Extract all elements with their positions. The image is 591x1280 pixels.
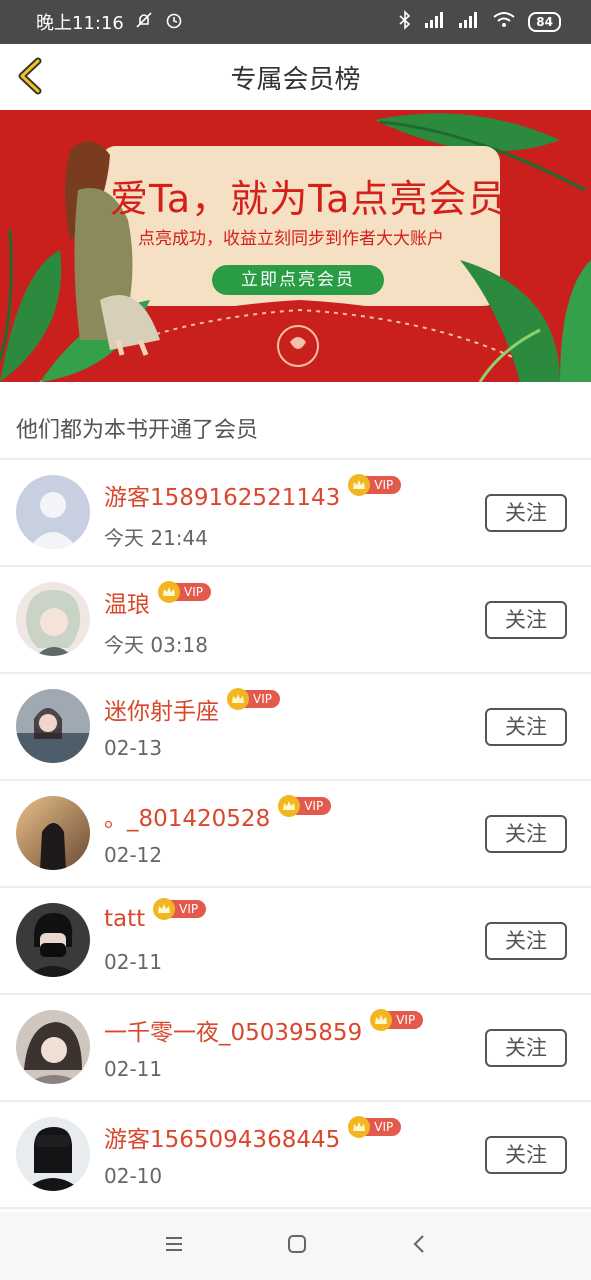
member-row[interactable]: 。_801420528 VIP 02-12 关注: [0, 781, 591, 888]
vip-badge: VIP: [348, 474, 402, 496]
light-up-member-button[interactable]: 立即点亮会员: [212, 265, 384, 295]
member-time: 02-11: [104, 1057, 163, 1081]
follow-button[interactable]: 关注: [485, 494, 567, 532]
vip-badge: VIP: [348, 1116, 402, 1138]
back-nav-icon[interactable]: [408, 1233, 430, 1259]
vip-badge: VIP: [370, 1009, 424, 1031]
signal-hd-icon: [458, 11, 480, 34]
avatar[interactable]: [16, 1117, 90, 1191]
wifi-icon: [492, 11, 516, 34]
alarm-icon: [164, 10, 184, 35]
member-name-line: 游客1565094368445 VIP: [104, 1116, 402, 1154]
crown-icon: [153, 898, 176, 920]
member-time: 02-12: [104, 843, 163, 867]
member-time: 今天 03:18: [104, 633, 208, 657]
avatar[interactable]: [16, 1010, 90, 1084]
promo-banner[interactable]: 爱Ta，就为Ta点亮会员 点亮成功，收益立刻同步到作者大大账户 立即点亮会员: [0, 110, 591, 382]
member-row[interactable]: 温琅 VIP 今天 03:18 关注: [0, 567, 591, 674]
status-time: 晚上11:16: [36, 13, 124, 34]
member-row[interactable]: 游客1565094368445 VIP 02-10 关注: [0, 1102, 591, 1209]
vip-badge: VIP: [278, 795, 332, 817]
avatar[interactable]: [16, 475, 90, 549]
crown-icon: [158, 581, 180, 603]
member-row[interactable]: 迷你射手座 VIP 02-13 关注: [0, 674, 591, 781]
chevron-left-icon: [18, 57, 42, 95]
member-row[interactable]: tatt VIP 02-11 关注: [0, 888, 591, 995]
avatar[interactable]: [16, 903, 90, 977]
member-name[interactable]: 。_801420528: [104, 799, 270, 833]
member-time: 02-13: [104, 736, 163, 760]
follow-button[interactable]: 关注: [485, 708, 567, 746]
member-name-line: 迷你射手座 VIP: [104, 688, 280, 726]
member-name-line: 游客1589162521143 VIP: [104, 474, 402, 512]
signal-icon: [424, 11, 446, 34]
member-time: 02-10: [104, 1164, 163, 1188]
menu-icon[interactable]: [162, 1234, 186, 1258]
member-name-line: tatt VIP: [104, 898, 207, 932]
member-name[interactable]: 一千零一夜_050395859: [104, 1013, 362, 1047]
member-time: 今天 21:44: [104, 526, 208, 550]
follow-button[interactable]: 关注: [485, 1136, 567, 1174]
status-bar: 晚上11:16 84: [0, 0, 591, 44]
follow-button[interactable]: 关注: [485, 922, 567, 960]
banner-title: 爱Ta，就为Ta点亮会员: [110, 177, 507, 221]
vip-badge: VIP: [227, 688, 280, 710]
crown-icon: [227, 688, 249, 710]
member-name[interactable]: 游客1589162521143: [104, 478, 340, 512]
follow-button[interactable]: 关注: [485, 601, 567, 639]
vip-badge: VIP: [153, 898, 207, 920]
member-row[interactable]: 一千零一夜_050395859 VIP 02-11 关注: [0, 995, 591, 1102]
member-name-line: 。_801420528 VIP: [104, 795, 332, 833]
vip-badge: VIP: [158, 581, 211, 603]
section-title: 他们都为本书开通了会员: [16, 418, 259, 443]
member-name[interactable]: tatt: [104, 906, 145, 932]
nav-bar: 专属会员榜: [0, 44, 591, 110]
back-button[interactable]: [12, 56, 52, 96]
member-name[interactable]: 温琅: [104, 585, 150, 619]
follow-button[interactable]: 关注: [485, 815, 567, 853]
avatar[interactable]: [16, 689, 90, 763]
home-icon[interactable]: [286, 1233, 308, 1259]
battery-indicator: 84: [528, 12, 561, 32]
page-title: 专属会员榜: [230, 64, 361, 95]
avatar[interactable]: [16, 796, 90, 870]
follow-button[interactable]: 关注: [485, 1029, 567, 1067]
bluetooth-icon: [398, 9, 412, 35]
divider: [0, 1207, 591, 1209]
member-row[interactable]: 游客1589162521143 VIP 今天 21:44 关注: [0, 460, 591, 567]
banner-subtitle: 点亮成功，收益立刻同步到作者大大账户: [138, 229, 444, 249]
member-name[interactable]: 迷你射手座: [104, 692, 219, 726]
member-name-line: 温琅 VIP: [104, 581, 211, 619]
avatar[interactable]: [16, 582, 90, 656]
member-time: 02-11: [104, 950, 163, 974]
mute-icon: [134, 10, 154, 35]
member-name[interactable]: 游客1565094368445: [104, 1120, 340, 1154]
member-name-line: 一千零一夜_050395859 VIP: [104, 1009, 424, 1047]
system-nav-bar: [0, 1212, 591, 1280]
